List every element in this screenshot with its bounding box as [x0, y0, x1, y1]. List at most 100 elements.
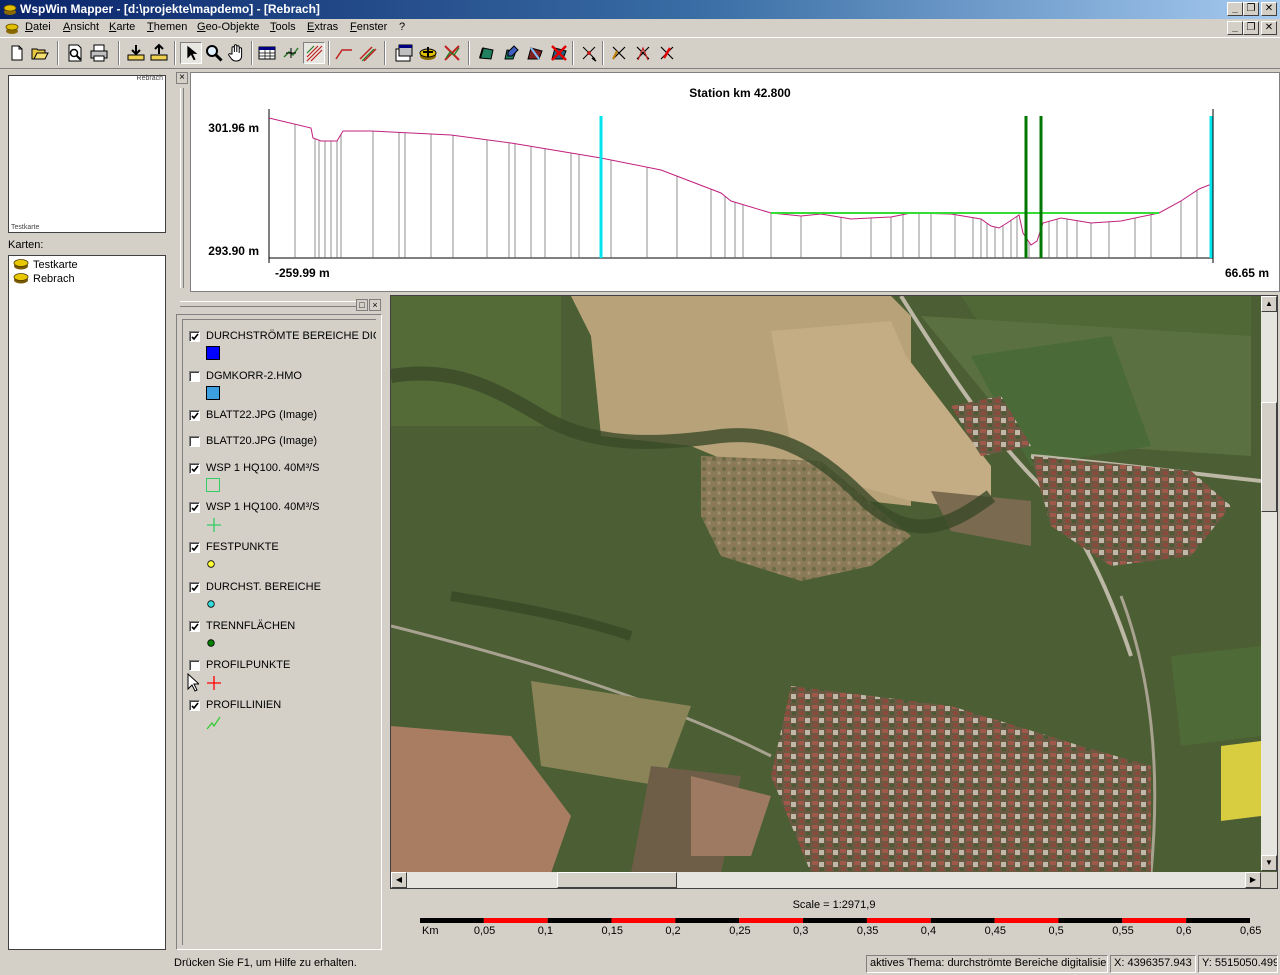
polygon-delete-icon [551, 45, 567, 61]
scale-tick-label: 0,5 [1048, 925, 1064, 937]
profile-close-button[interactable]: × [176, 72, 188, 84]
legend-header[interactable]: □ × [176, 298, 382, 312]
zoom-tool-button[interactable] [203, 42, 225, 64]
child-minimize-button[interactable]: _ [1227, 21, 1243, 35]
layer-festpunkte[interactable]: FESTPUNKTE [183, 535, 376, 568]
scale-segment [611, 918, 676, 923]
document-icon[interactable] [5, 21, 19, 35]
geo-object-delete-button[interactable] [548, 42, 570, 64]
profile-verticals [294, 124, 1198, 258]
child-close-button[interactable]: ✕ [1261, 21, 1277, 35]
layer-wsp-hq100-points[interactable]: WSP 1 HQ100. 40M³/S [183, 496, 376, 532]
open-button[interactable] [29, 42, 51, 64]
scroll-right-arrow-icon[interactable]: ▶ [1245, 872, 1261, 888]
layer-profilpunkte[interactable]: PROFILPUNKTE [183, 653, 376, 692]
arrow-cursor-icon [187, 45, 198, 61]
scroll-left-arrow-icon[interactable]: ◀ [391, 872, 407, 888]
toolbar-separator [572, 41, 574, 65]
properties-button[interactable] [393, 42, 415, 64]
layer-checkbox[interactable] [189, 371, 200, 382]
print-preview-button[interactable] [64, 42, 86, 64]
add-theme-button[interactable] [417, 42, 439, 64]
scroll-down-arrow-icon[interactable]: ▼ [1261, 855, 1277, 871]
new-button[interactable] [6, 42, 28, 64]
table-button[interactable] [256, 42, 278, 64]
layer-checkbox[interactable] [189, 436, 200, 447]
vertical-scroll-thumb[interactable] [1261, 402, 1277, 512]
menu-geo-objekte[interactable]: Geo-Objekte [197, 21, 259, 33]
legend-close-button[interactable]: × [369, 299, 381, 311]
map-horizontal-scrollbar[interactable]: ◀ ▶ [391, 872, 1261, 888]
profile-splitter[interactable] [180, 88, 184, 288]
draw-line-button[interactable] [333, 42, 355, 64]
layer-checkbox[interactable] [189, 410, 200, 421]
scale-unit: Km [422, 925, 439, 937]
geo-object-2-button[interactable] [500, 42, 522, 64]
legend-grip[interactable] [180, 301, 356, 307]
profile-tool-button[interactable] [280, 42, 302, 64]
profile-view[interactable]: Station km 42.800 301.96 m 293.90 m -259… [190, 72, 1280, 292]
layer-checkbox[interactable] [189, 621, 200, 632]
layer-dgmkorr-2-hmo[interactable]: DGMKORR-2.HMO [183, 364, 376, 400]
profile-xmax-label: 66.65 m [1225, 266, 1269, 280]
layer-checkbox[interactable] [189, 582, 200, 593]
horizontal-scroll-thumb[interactable] [557, 872, 677, 888]
export-button[interactable] [148, 42, 170, 64]
import-button[interactable] [125, 42, 147, 64]
layer-checkbox[interactable] [189, 700, 200, 711]
remove-theme-button[interactable] [441, 42, 463, 64]
minimize-button[interactable]: _ [1227, 2, 1243, 16]
point-tool-1-button[interactable] [578, 42, 600, 64]
point-tool-2-button[interactable] [608, 42, 630, 64]
layer-wsp-hq100-polygon[interactable]: WSP 1 HQ100. 40M³/S [183, 456, 376, 492]
edit-line-button[interactable] [357, 42, 379, 64]
layer-durchstroemte-bereiche-dig[interactable]: DURCHSTRÖMTE BEREICHE DIG [183, 320, 376, 360]
menu-karte[interactable]: Karte [109, 21, 135, 33]
print-button[interactable] [88, 42, 110, 64]
map-view[interactable] [390, 295, 1278, 889]
profile-lines-button[interactable] [303, 42, 325, 64]
scale-tick-label: 0,1 [537, 925, 553, 937]
geo-object-3-button[interactable] [524, 42, 546, 64]
maximize-button[interactable]: ❐ [1243, 2, 1259, 16]
overview-map[interactable]: Rebrach Testkarte [8, 75, 166, 233]
menu-themen[interactable]: Themen [147, 21, 187, 33]
karten-label: Karten: [8, 239, 44, 251]
point-delete-button[interactable] [656, 42, 678, 64]
dot-marker-icon [207, 639, 215, 647]
layer-blatt22-jpg[interactable]: BLATT22.JPG (Image) [183, 404, 376, 424]
layer-checkbox[interactable] [189, 331, 200, 342]
polygon-edit-icon [504, 45, 519, 60]
close-button[interactable]: ✕ [1261, 2, 1277, 16]
mouse-cursor-icon [187, 673, 199, 692]
karte-item-label: Testkarte [33, 259, 78, 271]
scale-tick-label: 0,3 [793, 925, 809, 937]
folder-open-icon [31, 48, 49, 60]
menu-help[interactable]: ? [399, 21, 405, 33]
karte-item-rebrach[interactable]: Rebrach [13, 272, 75, 286]
point-tool-3-button[interactable] [632, 42, 654, 64]
layer-checkbox[interactable] [189, 502, 200, 513]
scale-tick-label: 0,45 [984, 925, 1007, 937]
scroll-up-arrow-icon[interactable]: ▲ [1261, 296, 1277, 312]
layer-durchst-bereiche[interactable]: DURCHST. BEREICHE [183, 575, 376, 608]
geo-object-1-button[interactable] [476, 42, 498, 64]
child-restore-button[interactable]: ❐ [1243, 21, 1259, 35]
karte-item-label: Rebrach [33, 273, 75, 285]
pan-tool-button[interactable] [226, 42, 248, 64]
menu-datei[interactable]: Datei [25, 21, 51, 33]
menu-ansicht[interactable]: Ansicht [63, 21, 99, 33]
layer-checkbox[interactable] [189, 542, 200, 553]
select-tool-button[interactable] [180, 42, 202, 64]
legend-restore-button[interactable]: □ [356, 299, 368, 311]
menu-extras[interactable]: Extras [307, 21, 338, 33]
karte-item-testkarte[interactable]: Testkarte [13, 258, 78, 272]
map-vertical-scrollbar[interactable]: ▲ ▼ [1261, 296, 1277, 871]
menu-tools[interactable]: Tools [270, 21, 296, 33]
layer-trennflaechen[interactable]: TRENNFLÄCHEN [183, 614, 376, 647]
menu-fenster[interactable]: Fenster [350, 21, 387, 33]
layer-profillinien[interactable]: PROFILLINIEN [183, 693, 376, 730]
layer-checkbox[interactable] [189, 463, 200, 474]
layer-checkbox[interactable] [189, 660, 200, 671]
layer-blatt20-jpg[interactable]: BLATT20.JPG (Image) [183, 430, 376, 450]
